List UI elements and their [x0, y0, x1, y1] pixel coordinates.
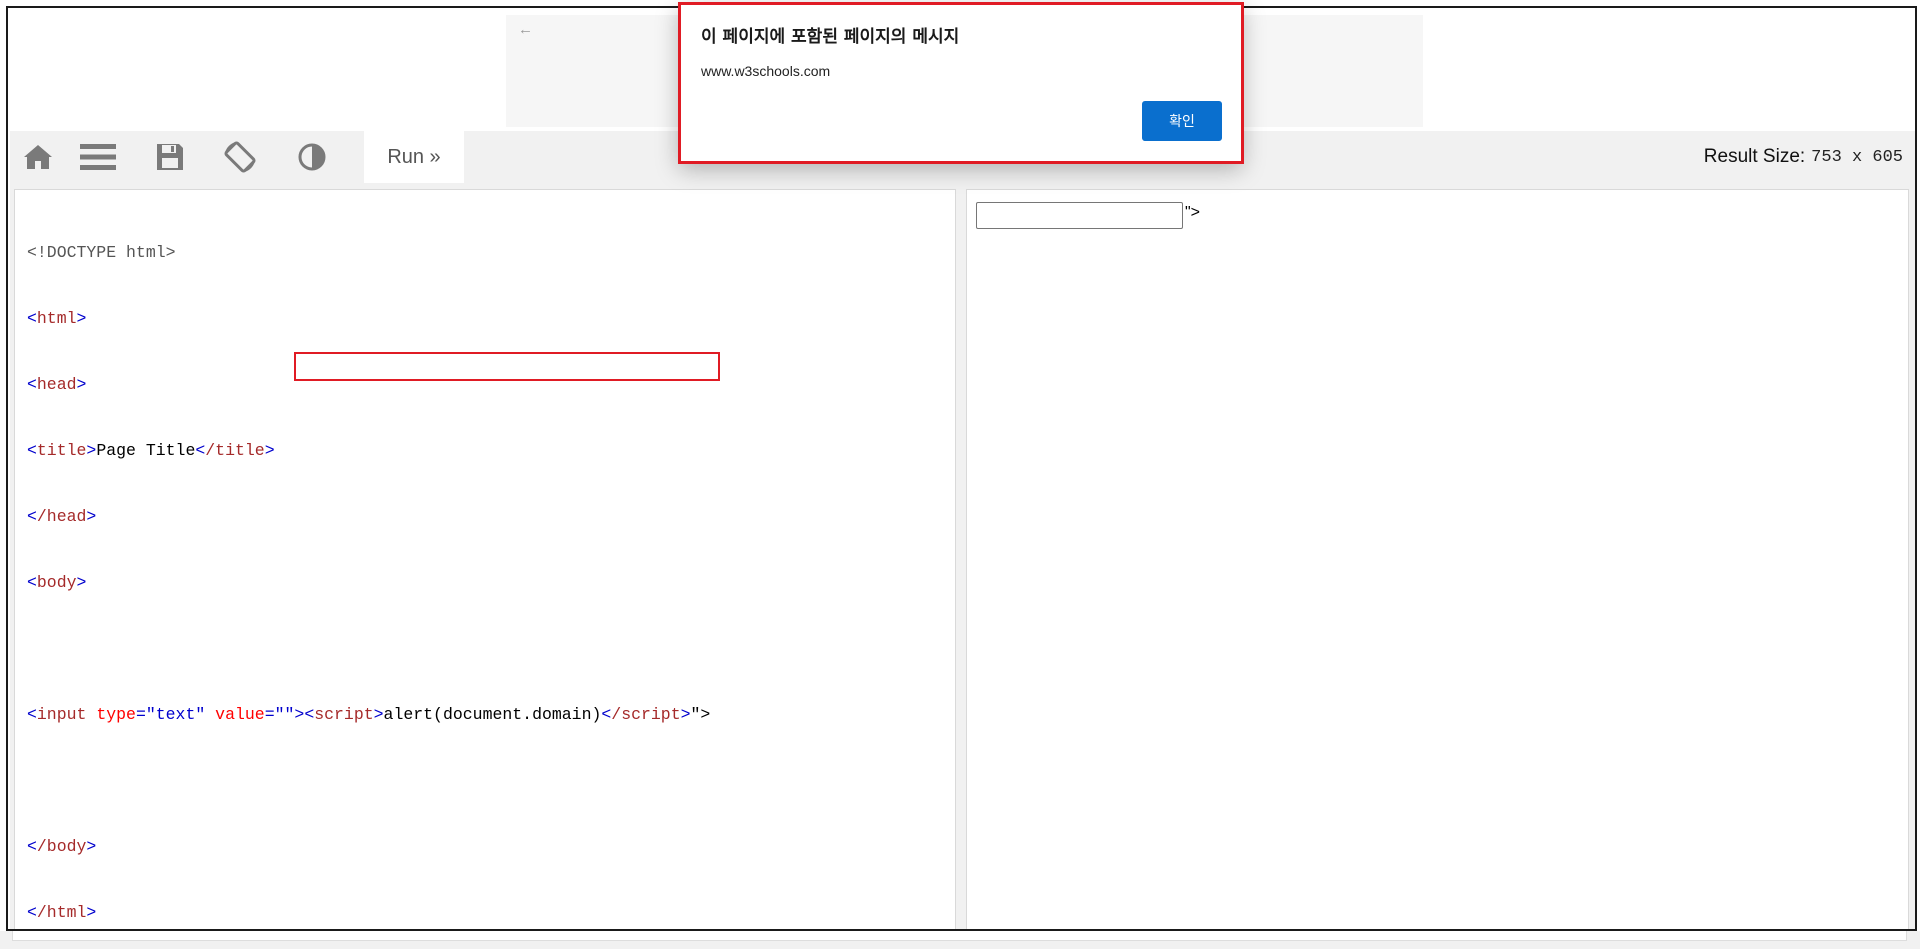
- code-tag-body-end: /body: [36, 837, 87, 856]
- rotate-icon[interactable]: [212, 137, 268, 177]
- alert-dialog: 이 페이지에 포함된 페이지의 메시지 www.w3schools.com 확인: [678, 2, 1244, 164]
- code-tag-script-end: /script: [611, 705, 681, 724]
- code-script-body: alert(document.domain): [383, 705, 602, 724]
- code-tag-html-end: /html: [36, 903, 87, 922]
- result-size-label: Result Size:: [1703, 146, 1806, 167]
- code-tag-script: script: [314, 705, 374, 724]
- menu-icon[interactable]: [70, 137, 126, 177]
- code-tag-input: input: [36, 705, 87, 724]
- run-button[interactable]: Run »: [364, 131, 464, 183]
- alert-title: 이 페이지에 포함된 페이지의 메시지: [701, 27, 960, 47]
- code-tag-html: html: [36, 309, 77, 328]
- result-size-value: 753 x 605: [1811, 147, 1903, 167]
- code-doctype: <!DOCTYPE html>: [27, 243, 176, 262]
- result-text-input[interactable]: [976, 202, 1183, 229]
- result-size: Result Size: 753 x 605: [1704, 131, 1903, 183]
- code-title-text: Page Title: [96, 441, 196, 460]
- save-icon[interactable]: [142, 137, 198, 177]
- contrast-icon[interactable]: [284, 137, 340, 177]
- code-tag-head-end: /head: [36, 507, 87, 526]
- code-val-type: "text": [145, 705, 206, 724]
- result-tail-text: ">: [1185, 204, 1201, 221]
- code-tail: ">: [690, 705, 711, 724]
- code-tag-title: title: [36, 441, 87, 460]
- code-attr-value: value: [215, 705, 265, 724]
- code-tag-title-end: /title: [205, 441, 265, 460]
- alert-ok-button[interactable]: 확인: [1142, 101, 1222, 141]
- bottom-strip: [0, 931, 1920, 949]
- code-tag-body: body: [36, 573, 77, 592]
- ad-back-arrow-icon[interactable]: ←: [518, 21, 533, 38]
- code-attr-type: type: [96, 705, 136, 724]
- result-pane: ">: [966, 189, 1909, 929]
- code-tag-head: head: [36, 375, 77, 394]
- home-icon[interactable]: [10, 137, 66, 177]
- code-payload-break: ">: [284, 705, 305, 724]
- panes: <!DOCTYPE html> <html> <head> <title>Pag…: [10, 183, 1915, 929]
- code-editor[interactable]: <!DOCTYPE html> <html> <head> <title>Pag…: [14, 189, 956, 929]
- alert-message: www.w3schools.com: [701, 63, 831, 79]
- code-val-open-quote: ": [274, 705, 285, 724]
- code-content[interactable]: <!DOCTYPE html> <html> <head> <title>Pag…: [27, 198, 711, 929]
